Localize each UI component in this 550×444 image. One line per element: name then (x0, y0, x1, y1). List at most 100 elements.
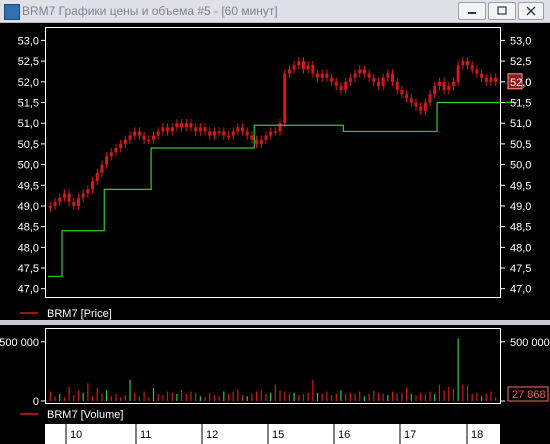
price-current-label: 52,0 (510, 77, 531, 89)
candle-body (287, 69, 291, 74)
candle-body (109, 152, 113, 157)
price-tick-label-right: 50,5 (510, 139, 531, 151)
candle-body (362, 69, 366, 74)
price-tick-label-left: 52,0 (18, 77, 39, 89)
candle-body (353, 73, 357, 78)
candle-body (395, 81, 399, 91)
price-tick-label-right: 51,0 (510, 118, 531, 130)
volume-legend-label: BRM7 [Volume] (47, 409, 123, 421)
candle-body (133, 131, 137, 136)
candle-body (405, 94, 409, 99)
candle-body (189, 123, 193, 128)
candle-body (156, 131, 160, 136)
price-plot-frame (45, 27, 501, 298)
time-tick-label: 17 (404, 429, 416, 441)
candle-body (451, 81, 455, 86)
candle-body (91, 181, 95, 190)
candle-body (255, 139, 259, 144)
candle-body (119, 143, 123, 149)
price-tick-label-right: 49,5 (510, 180, 531, 192)
candle-body (250, 135, 254, 140)
candle-body (283, 73, 287, 124)
price-tick-label-right: 47,5 (510, 263, 531, 275)
candle-body (475, 69, 479, 74)
candle-body (208, 131, 212, 136)
price-tick-label-left: 52,5 (18, 56, 39, 68)
time-tick-label: 18 (471, 429, 483, 441)
chart-window: BRM7 Графики цены и объема #5 - [60 мину… (0, 0, 550, 444)
candle-body (123, 139, 127, 144)
price-tick-label-left: 53,0 (18, 35, 39, 47)
candle-body (316, 73, 320, 78)
candle-body (489, 77, 493, 82)
volume-tick-label-right: 500 000 (510, 337, 550, 349)
candle-body (95, 172, 99, 182)
candle-body (484, 77, 488, 82)
price-tick-label-right: 49,0 (510, 201, 531, 213)
candle-body (226, 135, 230, 138)
price-tick-label-left: 47,5 (18, 263, 39, 275)
candle-body (269, 131, 273, 136)
time-tick-label: 16 (338, 429, 350, 441)
time-tick-label: 15 (272, 429, 284, 441)
candle-body (330, 77, 334, 82)
volume-series (49, 338, 497, 401)
price-tick-label-right: 48,0 (510, 242, 531, 254)
volume-tick-label-left: 500 000 (0, 337, 39, 349)
candle-body (67, 193, 71, 202)
volume-current-label: 27 868 (512, 389, 546, 401)
candle-body (348, 77, 352, 82)
candle-body (456, 65, 460, 82)
volume-tick-label-left: 0 (33, 396, 39, 408)
candle-body (100, 164, 104, 173)
candle-body (53, 201, 57, 206)
candle-body (306, 65, 310, 70)
candle-body (203, 127, 207, 132)
candle-body (175, 123, 179, 128)
candle-body (166, 127, 170, 132)
chart-canvas[interactable]: BRM7 [Price] 53,0 53,0 52,5 52,5 52,0 52,0 51,… (0, 0, 550, 444)
candle-body (278, 123, 282, 132)
candle-body (170, 127, 174, 132)
candle-body (494, 77, 498, 82)
price-tick-label-right: 50,0 (510, 160, 531, 172)
candle-body (414, 102, 418, 107)
candle-body (105, 156, 109, 165)
candle-body (470, 65, 474, 70)
candle-body (222, 131, 226, 136)
price-y-axis: 53,0 53,0 52,5 52,5 52,0 52,0 51,5 51,5 51,0 51,0… (18, 35, 532, 295)
candle-body (423, 102, 427, 111)
pane-separator[interactable] (0, 320, 550, 325)
price-tick-label-left: 49,0 (18, 201, 39, 213)
candle-body (81, 193, 85, 198)
candle-body (245, 131, 249, 136)
indicator-step-line (48, 101, 517, 277)
price-series (48, 56, 517, 277)
candle-body (428, 94, 432, 103)
price-tick-label-left: 47,0 (18, 284, 39, 296)
candle-body (273, 131, 277, 133)
candle-body (48, 205, 52, 209)
price-tick-label-right: 48,5 (510, 222, 531, 234)
candle-body (442, 81, 446, 91)
candle-body (367, 73, 371, 78)
candle-body (194, 127, 198, 132)
candle-body (180, 123, 184, 128)
candle-body (391, 73, 395, 82)
time-tick-label: 12 (206, 429, 218, 441)
candle-body (301, 61, 305, 70)
candle-body (264, 135, 268, 140)
candle-body (400, 90, 404, 95)
price-tick-label-left: 49,5 (18, 180, 39, 192)
candle-body (419, 106, 423, 111)
candle-body (311, 65, 315, 74)
candle-body (334, 81, 338, 86)
price-tick-label-right: 52,5 (510, 56, 531, 68)
candle-body (376, 81, 380, 86)
candle-body (62, 193, 66, 198)
candle-body (447, 85, 451, 91)
candle-body (344, 81, 348, 91)
price-legend-label: BRM7 [Price] (47, 308, 112, 320)
price-tick-label-left: 51,5 (18, 97, 39, 109)
candle-body (231, 131, 235, 136)
